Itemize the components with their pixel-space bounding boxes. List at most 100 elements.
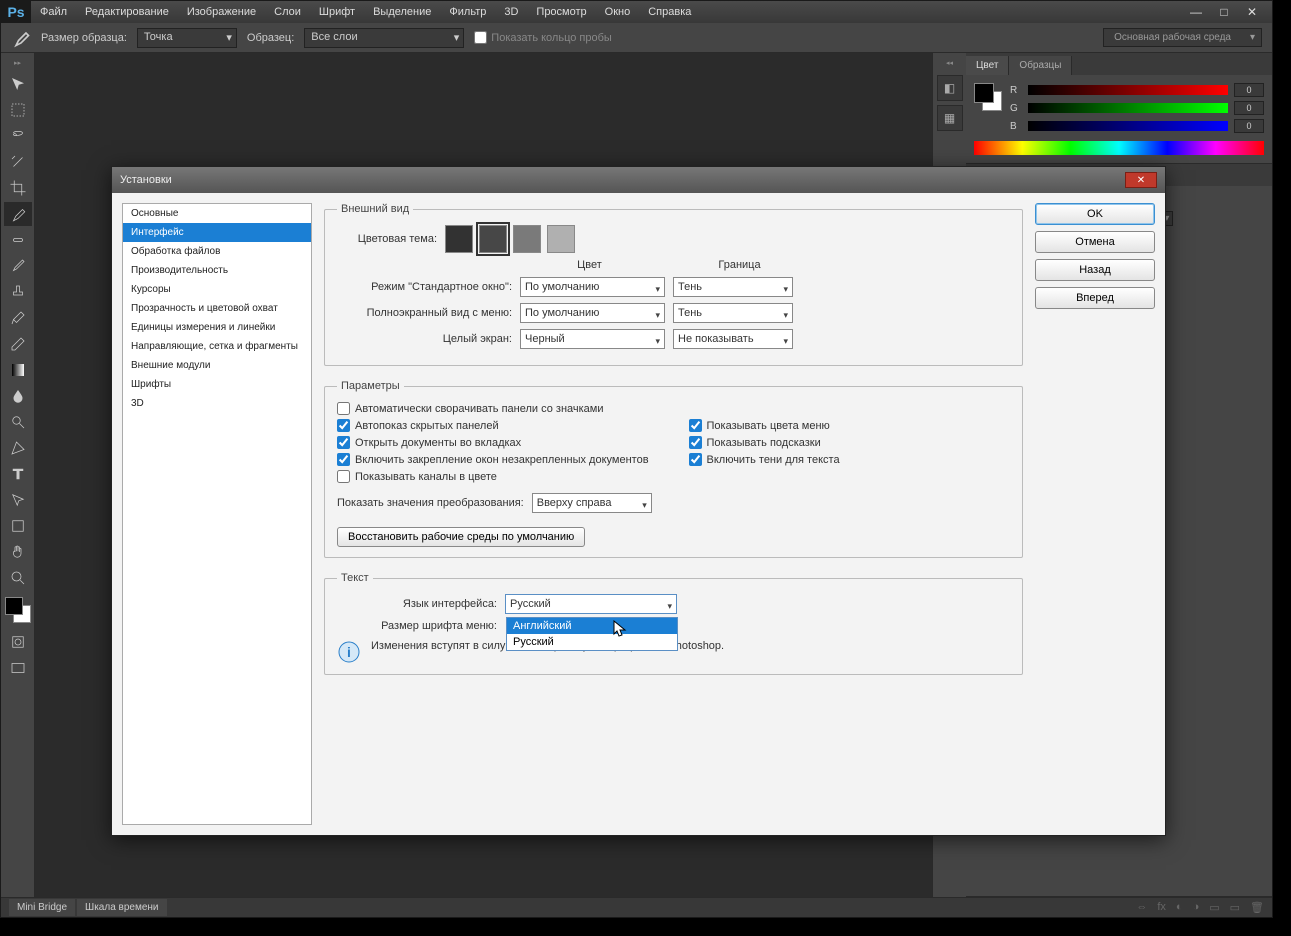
path-select-tool[interactable] [4,488,32,512]
blur-tool[interactable] [4,384,32,408]
new-icon[interactable]: ▭ [1230,901,1240,914]
quickmask-tool[interactable] [4,630,32,654]
fullscreen-color-select[interactable]: Черный [520,329,665,349]
close-button[interactable]: ✕ [1242,5,1262,19]
dialog-close-button[interactable]: ✕ [1125,172,1157,188]
sample-size-select[interactable]: Точка [137,28,237,48]
standard-border-select[interactable]: Тень [673,277,793,297]
panel-color-swatches[interactable] [974,83,1002,111]
text-shadow-checkbox[interactable]: Включить тени для текста [689,453,1011,466]
fullscreen-menu-border-select[interactable]: Тень [673,303,793,323]
gradient-tool[interactable] [4,358,32,382]
workspace-switcher[interactable]: Основная рабочая среда [1103,28,1262,47]
lasso-tool[interactable] [4,124,32,148]
eraser-tool[interactable] [4,332,32,356]
trash-icon[interactable]: 🗑 [1250,901,1264,914]
folder-icon[interactable]: ▭ [1209,901,1219,914]
category-курсоры[interactable]: Курсоры [123,280,311,299]
navigator-icon[interactable]: ▦ [937,105,963,131]
pen-tool[interactable] [4,436,32,460]
menu-view[interactable]: Просмотр [527,2,595,22]
menu-edit[interactable]: Редактирование [76,2,178,22]
menu-filter[interactable]: Фильтр [440,2,495,22]
screenmode-tool[interactable] [4,656,32,680]
fullscreen-border-select[interactable]: Не показывать [673,329,793,349]
auto-collapse-checkbox[interactable]: Автоматически сворачивать панели со знач… [337,402,1010,415]
sample-source-select[interactable]: Все слои [304,28,464,48]
category-производительность[interactable]: Производительность [123,261,311,280]
red-value[interactable]: 0 [1234,83,1264,97]
category-3d[interactable]: 3D [123,394,311,413]
color-tab[interactable]: Цвет [966,56,1009,75]
theme-swatch-1[interactable] [479,225,507,253]
fx-icon[interactable]: fx [1157,901,1166,914]
mini-bridge-tab[interactable]: Mini Bridge [9,899,75,916]
cancel-button[interactable]: Отмена [1035,231,1155,253]
menu-file[interactable]: Файл [31,2,76,22]
move-tool[interactable] [4,72,32,96]
stamp-tool[interactable] [4,280,32,304]
menu-3d[interactable]: 3D [495,2,527,22]
menu-select[interactable]: Выделение [364,2,440,22]
histogram-icon[interactable]: ◧ [937,75,963,101]
open-tabs-checkbox[interactable]: Открыть документы во вкладках [337,436,659,449]
category-единицы-измерения-и-линейки[interactable]: Единицы измерения и линейки [123,318,311,337]
menu-colors-checkbox[interactable]: Показывать цвета меню [689,419,1011,432]
green-slider[interactable] [1028,103,1228,113]
dodge-tool[interactable] [4,410,32,434]
category-прозрачность-и-цветовой-охват[interactable]: Прозрачность и цветовой охват [123,299,311,318]
category-интерфейс[interactable]: Интерфейс [123,223,311,242]
menu-layer[interactable]: Слои [265,2,310,22]
transform-values-select[interactable]: Вверху справа [532,493,652,513]
channels-color-checkbox[interactable]: Показывать каналы в цвете [337,470,1010,483]
language-option-russian[interactable]: Русский [507,634,677,650]
hand-tool[interactable] [4,540,32,564]
menu-help[interactable]: Справка [639,2,700,22]
ok-button[interactable]: OK [1035,203,1155,225]
red-slider[interactable] [1028,85,1228,95]
timeline-tab[interactable]: Шкала времени [77,899,166,916]
blue-value[interactable]: 0 [1234,119,1264,133]
link-icon[interactable]: ⇔ [1136,901,1147,914]
brush-tool[interactable] [4,254,32,278]
tooltips-checkbox[interactable]: Показывать подсказки [689,436,1011,449]
language-option-english[interactable]: Английский [507,618,677,634]
prev-button[interactable]: Назад [1035,259,1155,281]
eyedropper-tool[interactable] [4,202,32,226]
enable-dock-checkbox[interactable]: Включить закрепление окон незакрепленных… [337,453,659,466]
history-brush-tool[interactable] [4,306,32,330]
swatches-tab[interactable]: Образцы [1009,56,1072,75]
fullscreen-menu-color-select[interactable]: По умолчанию [520,303,665,323]
category-внешние-модули[interactable]: Внешние модули [123,356,311,375]
maximize-button[interactable]: □ [1214,5,1234,19]
show-ring-checkbox[interactable]: Показать кольцо пробы [474,31,612,44]
mask-icon[interactable]: ◐ [1176,901,1183,914]
blue-slider[interactable] [1028,121,1228,131]
auto-show-checkbox[interactable]: Автопоказ скрытых панелей [337,419,659,432]
category-направляющие,-сетка-и-фрагменты[interactable]: Направляющие, сетка и фрагменты [123,337,311,356]
ui-language-select[interactable]: Русский [505,594,677,614]
next-button[interactable]: Вперед [1035,287,1155,309]
color-swatches[interactable] [5,597,31,623]
adjust-icon[interactable]: ◑ [1193,901,1200,914]
theme-swatch-0[interactable] [445,225,473,253]
hue-strip[interactable] [974,141,1264,155]
category-шрифты[interactable]: Шрифты [123,375,311,394]
crop-tool[interactable] [4,176,32,200]
restore-workspaces-button[interactable]: Восстановить рабочие среды по умолчанию [337,527,585,547]
category-обработка-файлов[interactable]: Обработка файлов [123,242,311,261]
menu-type[interactable]: Шрифт [310,2,364,22]
type-tool[interactable] [4,462,32,486]
standard-color-select[interactable]: По умолчанию [520,277,665,297]
menu-window[interactable]: Окно [596,2,640,22]
theme-swatch-2[interactable] [513,225,541,253]
marquee-tool[interactable] [4,98,32,122]
theme-swatch-3[interactable] [547,225,575,253]
category-основные[interactable]: Основные [123,204,311,223]
green-value[interactable]: 0 [1234,101,1264,115]
wand-tool[interactable] [4,150,32,174]
heal-tool[interactable] [4,228,32,252]
menu-image[interactable]: Изображение [178,2,265,22]
shape-tool[interactable] [4,514,32,538]
minimize-button[interactable]: — [1186,5,1206,19]
